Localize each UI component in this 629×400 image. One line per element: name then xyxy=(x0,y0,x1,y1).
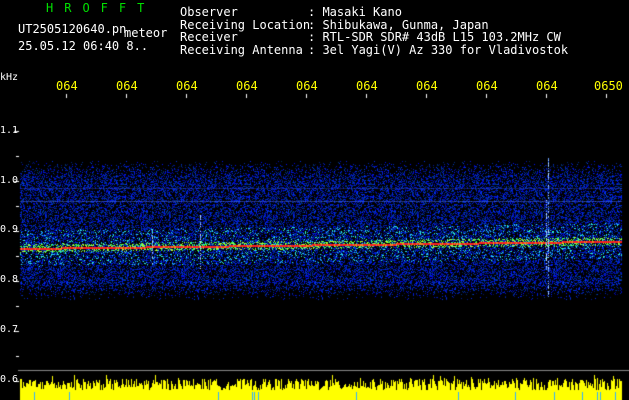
time-tick-label: 0650 xyxy=(594,80,623,92)
time-tick-label: 064 xyxy=(296,80,318,92)
y-tick-label: 1.0 xyxy=(0,175,19,186)
timestamp: 25.05.12 06:40 8.. xyxy=(18,39,149,53)
antenna-value: : 3el Yagi(V) Az 330 for Vladivostok xyxy=(308,42,569,57)
time-tick-label: 064 xyxy=(176,80,198,92)
spectrogram-canvas xyxy=(0,0,629,400)
observer-value: : Masaki Kano xyxy=(308,5,402,19)
detection-tag: meteor xyxy=(124,26,168,40)
observer-label: Observer xyxy=(180,5,238,19)
app-brand: HROFFT xyxy=(46,1,156,15)
time-tick-label: 064 xyxy=(536,80,558,92)
time-tick-label: 064 xyxy=(56,80,78,92)
hrofft-window: HROFFT UT2505120640.pn meteor 25.05.12 0… xyxy=(0,0,629,400)
y-tick-label: 0.8 xyxy=(0,274,19,285)
receiver-label: Receiver xyxy=(180,30,238,44)
time-tick-label: 064 xyxy=(476,80,498,92)
image-filename: UT2505120640.pn xyxy=(18,22,127,36)
antenna-label: Receiving Antenna xyxy=(180,42,303,57)
y-tick-label: 0.7 xyxy=(0,324,19,335)
station-info-labels: Observer Receiving Location Receiver Rec… xyxy=(180,6,310,56)
y-tick-label: 1.1 xyxy=(0,125,19,136)
frequency-unit-label: kHz xyxy=(0,72,19,83)
time-tick-label: 064 xyxy=(356,80,378,92)
time-tick-label: 064 xyxy=(236,80,258,92)
time-tick-label: 064 xyxy=(116,80,138,92)
receiver-value: : RTL-SDR SDR# 43dB L15 103.2MHz CW xyxy=(308,30,561,44)
y-tick-label: 0.6 xyxy=(0,374,19,385)
y-tick-label: 0.9 xyxy=(0,224,19,235)
station-info-values: : Masaki Kano : Shibukawa, Gunma, Japan … xyxy=(308,6,568,56)
time-tick-label: 064 xyxy=(416,80,438,92)
